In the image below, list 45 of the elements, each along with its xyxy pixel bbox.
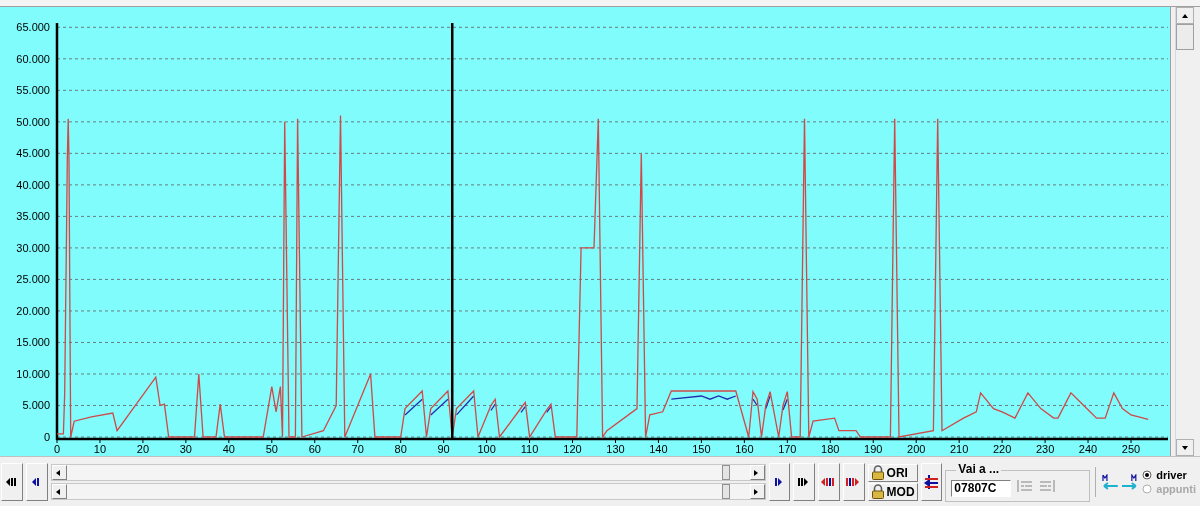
axis-label: 80	[394, 443, 407, 455]
address-field[interactable]: 07807C	[951, 479, 1012, 497]
axis-label: 50.000	[16, 115, 50, 128]
lock-button[interactable]: ORI	[867, 463, 918, 482]
axis-label: 45.000	[16, 147, 50, 160]
axis-label: 130	[606, 443, 625, 455]
axis-label: 0	[43, 431, 50, 443]
axis-label: 60.000	[16, 52, 50, 65]
axis-label: 70	[351, 443, 364, 455]
axis-label: 40.000	[16, 178, 50, 191]
axis-label: 10	[93, 443, 107, 455]
axis-label: 60	[308, 443, 321, 455]
source-radio[interactable]: driver	[1142, 468, 1196, 482]
axis-label: 250	[1121, 443, 1141, 455]
axis-label: 25.000	[16, 273, 50, 286]
axis-label: 90	[437, 443, 450, 455]
axis-label: 10.000	[16, 367, 50, 380]
axis-label: 120	[563, 443, 582, 455]
axis-label: 55.000	[16, 84, 50, 97]
axis-label: 0	[53, 443, 61, 455]
axis-label: 50	[265, 443, 278, 455]
axis-label: 160	[735, 443, 754, 455]
axis-label: 35.000	[16, 210, 50, 223]
lock-button[interactable]: MOD	[867, 482, 918, 501]
axis-label: 220	[992, 443, 1012, 455]
group-title: Vai a ...	[956, 462, 1002, 476]
axis-label: 150	[692, 443, 711, 455]
axis-label: 240	[1078, 443, 1098, 455]
axis-label: 40	[222, 443, 235, 455]
axis-label: 230	[1035, 443, 1055, 455]
axis-label: 170	[778, 443, 797, 455]
axis-label: 110	[520, 443, 539, 455]
axis-label: 65.000	[16, 21, 50, 34]
axis-label: 210	[950, 443, 969, 455]
axis-label: 190	[864, 443, 883, 455]
axis-label: 30	[179, 443, 192, 455]
axis-label: 30.000	[16, 241, 50, 254]
axis-label: 5.000	[22, 399, 50, 412]
axis-label: 180	[821, 443, 840, 455]
axis-label: 140	[649, 443, 668, 455]
axis-label: 20	[136, 443, 150, 455]
axis-label: 200	[907, 443, 926, 455]
axis-label: 15.000	[16, 336, 50, 349]
axis-label: 20.000	[16, 304, 50, 317]
axis-label: 100	[477, 443, 496, 455]
